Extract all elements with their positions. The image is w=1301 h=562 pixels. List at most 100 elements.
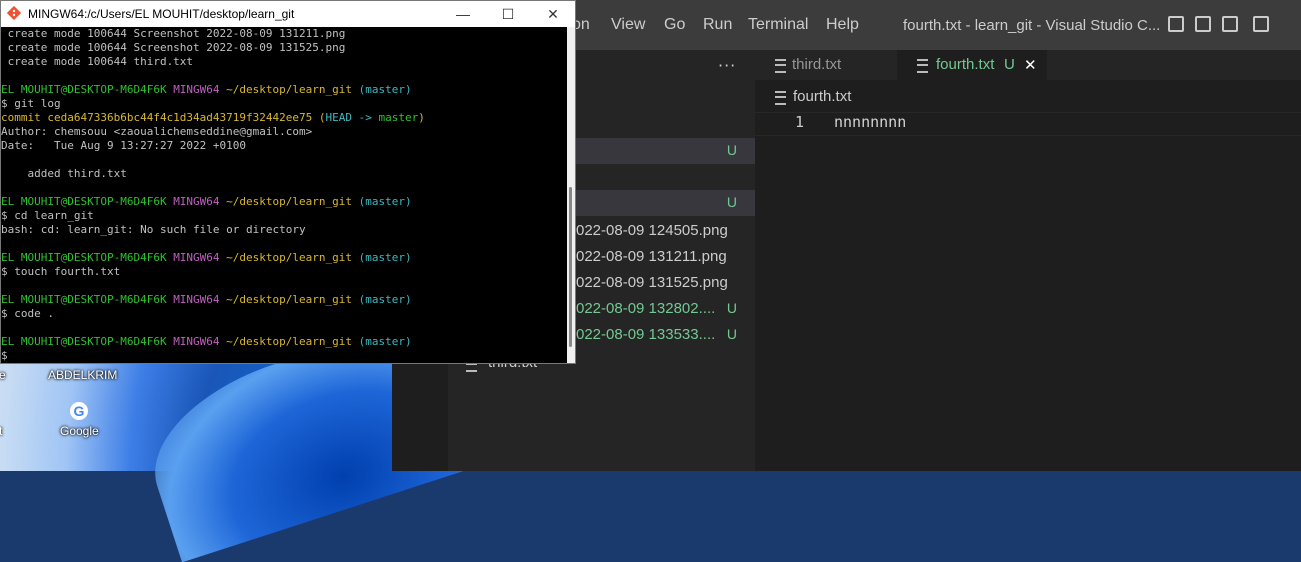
- terminal-text: ~/desktop/learn_git: [226, 195, 359, 208]
- menu-item-view[interactable]: View: [611, 16, 645, 34]
- terminal-text: $: [1, 349, 15, 362]
- terminal-text: (master): [358, 195, 412, 208]
- git-bash-icon: [7, 6, 21, 20]
- terminal-text: MINGW64: [173, 195, 227, 208]
- maximize-button[interactable]: ☐: [498, 4, 518, 24]
- close-tab-icon[interactable]: ✕: [1024, 56, 1037, 74]
- explorer-item-label: 022-08-09 133533....: [576, 326, 716, 343]
- desktop-icon-label-partial-2[interactable]: t: [0, 424, 2, 438]
- terminal-title: MINGW64:/c/Users/EL MOUHIT/desktop/learn…: [28, 7, 295, 21]
- untracked-badge: U: [726, 300, 737, 316]
- terminal-line: $: [1, 349, 567, 363]
- terminal-line: Date: Tue Aug 9 13:27:27 2022 +0100: [1, 139, 567, 153]
- toggle-panel-icon[interactable]: [1195, 16, 1211, 32]
- terminal-text: added third.txt: [1, 167, 127, 180]
- explorer-item-label: 022-08-09 131525.png: [576, 274, 728, 291]
- terminal-text: HEAD ->: [325, 111, 379, 124]
- desktop-icon-abdelkrim[interactable]: ABDELKRIM: [48, 368, 117, 382]
- customize-layout-icon[interactable]: [1253, 16, 1269, 32]
- terminal-text: ~/desktop/learn_git: [226, 293, 359, 306]
- terminal-text: create mode 100644 Screenshot 2022-08-09…: [1, 27, 346, 40]
- untracked-badge: U: [726, 194, 737, 210]
- terminal-line: EL MOUHIT@DESKTOP-M6D4F6K MINGW64 ~/desk…: [1, 293, 567, 307]
- menu-item-go[interactable]: Go: [664, 16, 685, 34]
- terminal-text: ): [418, 111, 425, 124]
- terminal-text: commit ceda647336b6bc44f4c1d34ad43719f32…: [1, 111, 319, 124]
- terminal-line: create mode 100644 Screenshot 2022-08-09…: [1, 41, 567, 55]
- minimize-button[interactable]: —: [453, 4, 473, 24]
- terminal-line: added third.txt: [1, 167, 567, 181]
- terminal-text: EL MOUHIT@DESKTOP-M6D4F6K: [1, 195, 174, 208]
- tab-label: third.txt: [792, 56, 842, 73]
- menu-item-run[interactable]: Run: [703, 16, 732, 34]
- terminal-line: $ touch fourth.txt: [1, 265, 567, 279]
- terminal-line: $ cd learn_git: [1, 209, 567, 223]
- terminal-text: create mode 100644 Screenshot 2022-08-09…: [1, 41, 346, 54]
- terminal-output[interactable]: create mode 100644 Screenshot 2022-08-09…: [1, 27, 567, 363]
- terminal-text: (master): [358, 83, 412, 96]
- terminal-text: MINGW64: [173, 335, 227, 348]
- terminal-text: EL MOUHIT@DESKTOP-M6D4F6K: [1, 251, 174, 264]
- text-file-icon: [775, 59, 786, 73]
- menu-item-terminal[interactable]: Terminal: [748, 16, 808, 34]
- terminal-titlebar[interactable]: MINGW64:/c/Users/EL MOUHIT/desktop/learn…: [1, 1, 575, 27]
- terminal-text: $ code .: [1, 307, 54, 320]
- google-icon[interactable]: G: [70, 402, 88, 420]
- terminal-line: EL MOUHIT@DESKTOP-M6D4F6K MINGW64 ~/desk…: [1, 83, 567, 97]
- desktop-icon-label-partial[interactable]: e: [0, 368, 6, 382]
- close-button[interactable]: ✕: [543, 4, 563, 24]
- toggle-secondary-sidebar-icon[interactable]: [1222, 16, 1238, 32]
- window-title: fourth.txt - learn_git - Visual Studio C…: [903, 17, 1161, 34]
- terminal-text: EL MOUHIT@DESKTOP-M6D4F6K: [1, 293, 174, 306]
- terminal-text: ~/desktop/learn_git: [226, 83, 359, 96]
- terminal-text: EL MOUHIT@DESKTOP-M6D4F6K: [1, 83, 174, 96]
- explorer-item-label: 022-08-09 132802....: [576, 300, 716, 317]
- terminal-text: $ touch fourth.txt: [1, 265, 121, 278]
- terminal-text: create mode 100644 third.txt: [1, 55, 194, 68]
- terminal-line: Author: chemsouu <zaoualichemseddine@gma…: [1, 125, 567, 139]
- tab-third-txt[interactable]: third.txt: [755, 50, 895, 80]
- scrollbar-thumb[interactable]: [569, 187, 572, 347]
- terminal-text: $ git log: [1, 97, 61, 110]
- explorer-item-label: 022-08-09 131211.png: [576, 248, 727, 265]
- more-actions-icon[interactable]: ···: [718, 56, 736, 75]
- terminal-text: Date: Tue Aug 9 13:27:27 2022 +0100: [1, 139, 247, 152]
- terminal-line: commit ceda647336b6bc44f4c1d34ad43719f32…: [1, 111, 567, 125]
- terminal-text: $ cd learn_git: [1, 209, 94, 222]
- terminal-text: MINGW64: [173, 251, 227, 264]
- untracked-badge: U: [726, 142, 737, 158]
- explorer-item-label: 022-08-09 124505.png: [576, 222, 728, 239]
- terminal-text: Author: chemsouu <zaoualichemseddine@gma…: [1, 125, 313, 138]
- terminal-line: EL MOUHIT@DESKTOP-M6D4F6K MINGW64 ~/desk…: [1, 251, 567, 265]
- terminal-text: (master): [358, 335, 412, 348]
- editor-text[interactable]: nnnnnnnn: [834, 113, 906, 131]
- terminal-text: MINGW64: [173, 293, 227, 306]
- desktop-icon-google[interactable]: Google: [60, 424, 99, 438]
- terminal-line: create mode 100644 Screenshot 2022-08-09…: [1, 27, 567, 41]
- terminal-line: $ code .: [1, 307, 567, 321]
- terminal-scrollbar[interactable]: [567, 27, 575, 363]
- editor-tabs: third.txt fourth.txt U ✕: [755, 50, 1301, 80]
- terminal-text: EL MOUHIT@DESKTOP-M6D4F6K: [1, 335, 174, 348]
- text-file-icon: [917, 59, 928, 73]
- terminal-line: EL MOUHIT@DESKTOP-M6D4F6K MINGW64 ~/desk…: [1, 335, 567, 349]
- terminal-text: MINGW64: [173, 83, 227, 96]
- menu-item-help[interactable]: Help: [826, 16, 859, 34]
- untracked-badge: U: [1004, 56, 1015, 73]
- untracked-badge: U: [726, 326, 737, 342]
- toggle-primary-sidebar-icon[interactable]: [1168, 16, 1184, 32]
- terminal-line: $ git log: [1, 97, 567, 111]
- terminal-text: (: [318, 111, 326, 124]
- text-file-icon: [775, 91, 786, 105]
- breadcrumb[interactable]: fourth.txt: [775, 88, 851, 105]
- tab-label: fourth.txt: [936, 56, 995, 73]
- terminal-line: bash: cd: learn_git: No such file or dir…: [1, 223, 567, 237]
- terminal-line: create mode 100644 third.txt: [1, 55, 567, 69]
- tab-fourth-txt[interactable]: fourth.txt U ✕: [897, 50, 1047, 80]
